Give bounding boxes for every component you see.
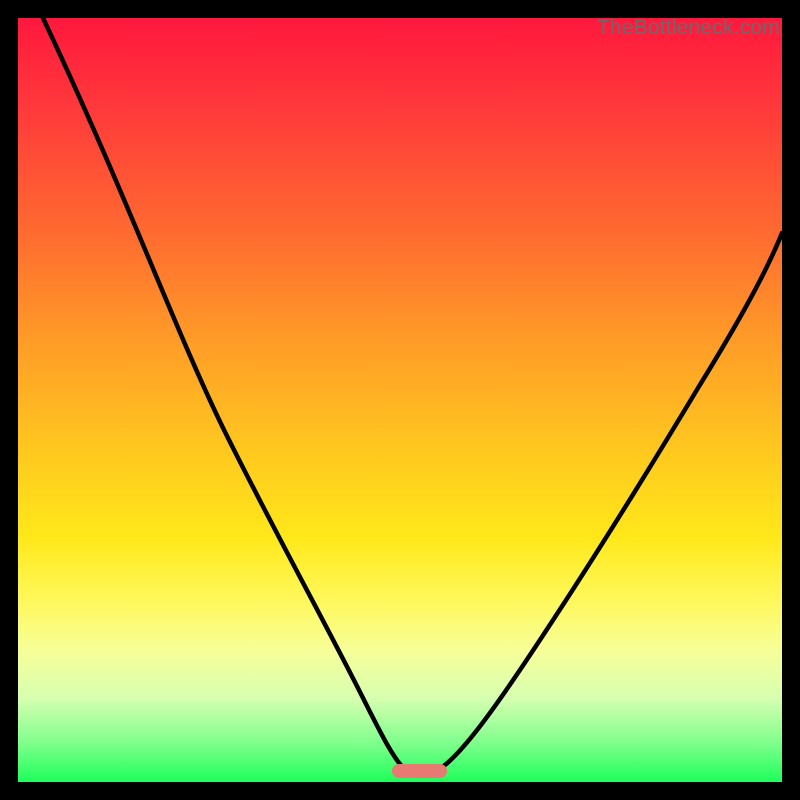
right-curve-path [438, 233, 782, 770]
plot-area: TheBottleneck.com [18, 18, 782, 782]
left-curve-path [43, 18, 406, 770]
optimal-range-marker [392, 764, 447, 778]
chart-frame: TheBottleneck.com [0, 0, 800, 800]
bottleneck-curves [18, 18, 782, 782]
